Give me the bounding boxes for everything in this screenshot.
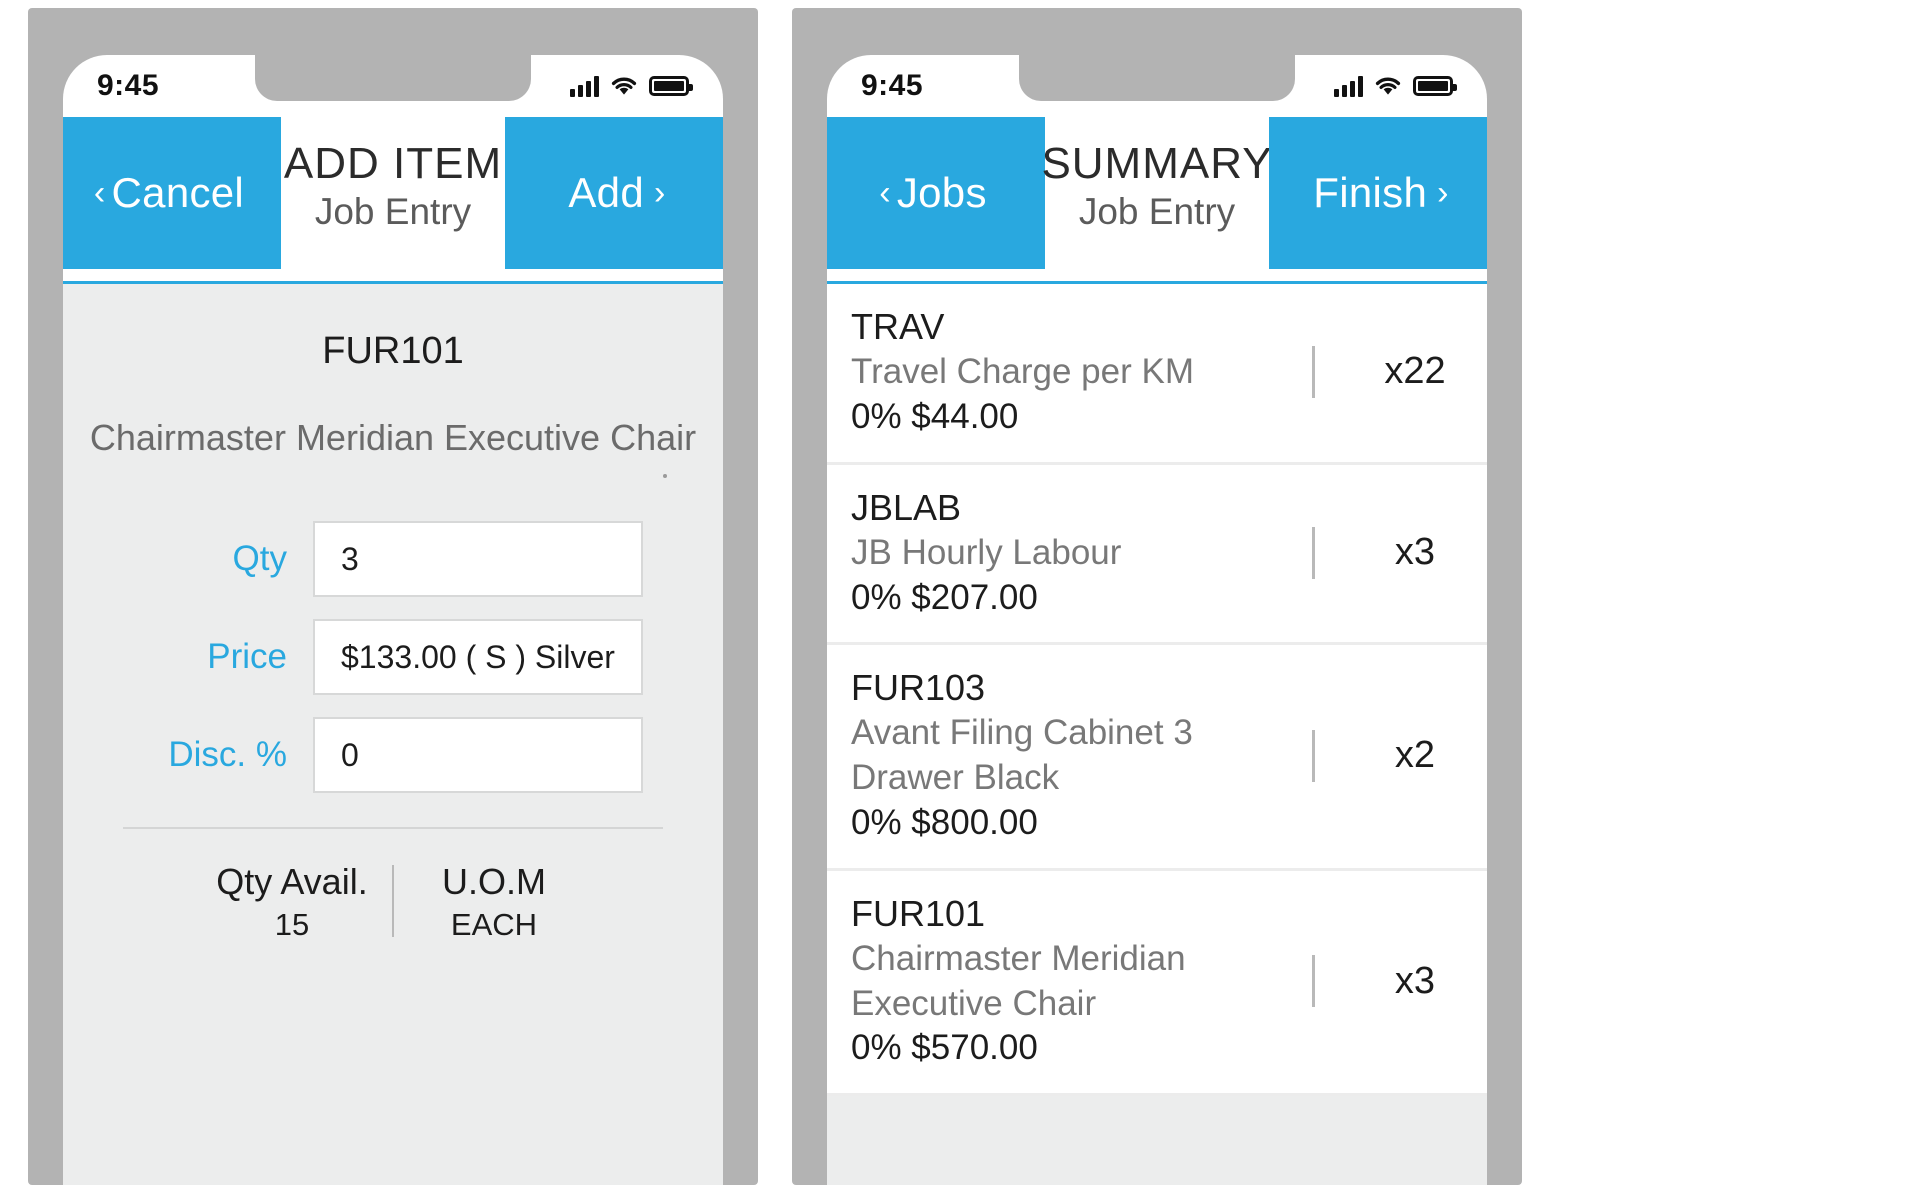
table-row[interactable]: TRAV Travel Charge per KM 0% $44.00 x22 [827,284,1487,465]
row-code: TRAV [851,306,945,347]
status-icons [1334,75,1457,97]
section-divider [123,827,663,829]
jobs-back-button[interactable]: ‹ Jobs [827,117,1045,269]
nav-bar-summary: ‹ Jobs SUMMARY Job Entry Finish › [827,117,1487,284]
add-button-label: Add [568,169,644,216]
row-details: TRAV Travel Charge per KM 0% $44.00 [827,304,1312,440]
qty-input[interactable]: 3 [313,521,643,597]
table-row[interactable]: FUR101 Chairmaster Meridian Executive Ch… [827,870,1487,1097]
discount-input[interactable]: 0 [313,717,643,793]
row-description: Chairmaster Meridian Executive Chair [851,938,1186,1023]
notch [255,55,531,101]
chevron-left-icon: ‹ [879,174,891,212]
cancel-button[interactable]: ‹ Cancel [63,117,281,269]
nav-bar-add-item: ‹ Cancel ADD ITEM Job Entry Add › [63,117,723,284]
wifi-icon [611,77,637,95]
row-quantity: x2 [1394,734,1436,777]
row-separator [1312,345,1315,398]
row-details: JBLAB JB Hourly Labour 0% $207.00 [827,485,1312,621]
form-row-qty: Qty 3 [63,521,723,597]
table-row[interactable]: FUR103 Avant Filing Cabinet 3 Drawer Bla… [827,645,1487,871]
stat-uom: U.O.M EACH [394,861,594,943]
uom-label: U.O.M [442,861,546,902]
stat-qty-avail: Qty Avail. 15 [192,861,392,943]
status-time: 9:45 [861,69,924,102]
item-code: FUR101 [322,330,464,372]
status-icons [570,75,693,97]
row-code: JBLAB [851,486,962,528]
phone-screen-add-item: 9:45 ‹ Cancel ADD ITEM Job Entry Add › F… [63,55,723,1185]
discount-label: Disc. % [168,735,287,774]
finish-button-label: Finish [1313,169,1428,216]
screenshot-stage: 9:45 ‹ Cancel ADD ITEM Job Entry Add › F… [0,0,1908,1185]
row-price: 0% $800.00 [851,803,1038,843]
phone-device-summary: 9:45 ‹ Jobs SUMMARY Job Entry Finish › T… [792,8,1522,1185]
add-item-content: FUR101 Chairmaster Meridian Executive Ch… [63,284,723,1185]
qty-avail-label: Qty Avail. [216,861,368,902]
cellular-signal-icon [1334,75,1363,97]
row-separator [1312,526,1315,579]
uom-value: EACH [450,907,538,943]
form-row-discount: Disc. % 0 [63,717,723,793]
status-time: 9:45 [97,69,160,102]
row-code: FUR103 [851,667,986,709]
battery-full-icon [1413,76,1457,96]
row-separator [1312,955,1315,1008]
battery-full-icon [649,76,693,96]
row-description: Travel Charge per KM [851,352,1194,392]
decorative-dot [663,474,667,478]
chevron-left-icon: ‹ [93,174,106,212]
chevron-right-icon: › [654,174,666,212]
row-price: 0% $570.00 [851,1028,1038,1068]
phone-screen-summary: 9:45 ‹ Jobs SUMMARY Job Entry Finish › T… [827,55,1487,1185]
chevron-right-icon: › [1437,174,1449,212]
price-input[interactable]: $133.00 ( S ) Silver [313,619,643,695]
row-description: JB Hourly Labour [851,532,1122,572]
item-stats: Qty Avail. 15 U.O.M EACH [63,861,723,943]
list-empty-area [827,1096,1487,1185]
row-code: FUR101 [851,892,986,934]
item-description: Chairmaster Meridian Executive Chair [89,417,697,458]
cellular-signal-icon [570,75,599,97]
row-separator [1312,729,1315,782]
form-row-price: Price $133.00 ( S ) Silver [63,619,723,695]
finish-button[interactable]: Finish › [1269,117,1487,269]
qty-label: Qty [232,539,287,578]
summary-content: TRAV Travel Charge per KM 0% $44.00 x22 … [827,284,1487,1185]
row-quantity: x22 [1384,350,1446,393]
item-form: Qty 3 Price $133.00 ( S ) Silver Disc. %… [63,521,723,793]
add-button[interactable]: Add › [505,117,723,269]
row-quantity: x3 [1394,531,1436,573]
phone-device-add-item: 9:45 ‹ Cancel ADD ITEM Job Entry Add › F… [28,8,758,1185]
row-details: FUR103 Avant Filing Cabinet 3 Drawer Bla… [827,665,1312,845]
wifi-icon [1375,77,1401,95]
row-quantity: x3 [1394,959,1436,1002]
row-price: 0% $207.00 [851,577,1038,617]
summary-list: TRAV Travel Charge per KM 0% $44.00 x22 … [827,284,1487,1185]
notch [1019,55,1295,101]
jobs-back-button-label: Jobs [896,169,987,216]
row-description: Avant Filing Cabinet 3 Drawer Black [851,713,1193,798]
qty-avail-value: 15 [274,907,310,943]
table-row[interactable]: JBLAB JB Hourly Labour 0% $207.00 x3 [827,464,1487,646]
price-label: Price [207,637,287,676]
cancel-button-label: Cancel [111,169,245,216]
row-details: FUR101 Chairmaster Meridian Executive Ch… [827,891,1312,1071]
row-price: 0% $44.00 [851,396,1019,436]
